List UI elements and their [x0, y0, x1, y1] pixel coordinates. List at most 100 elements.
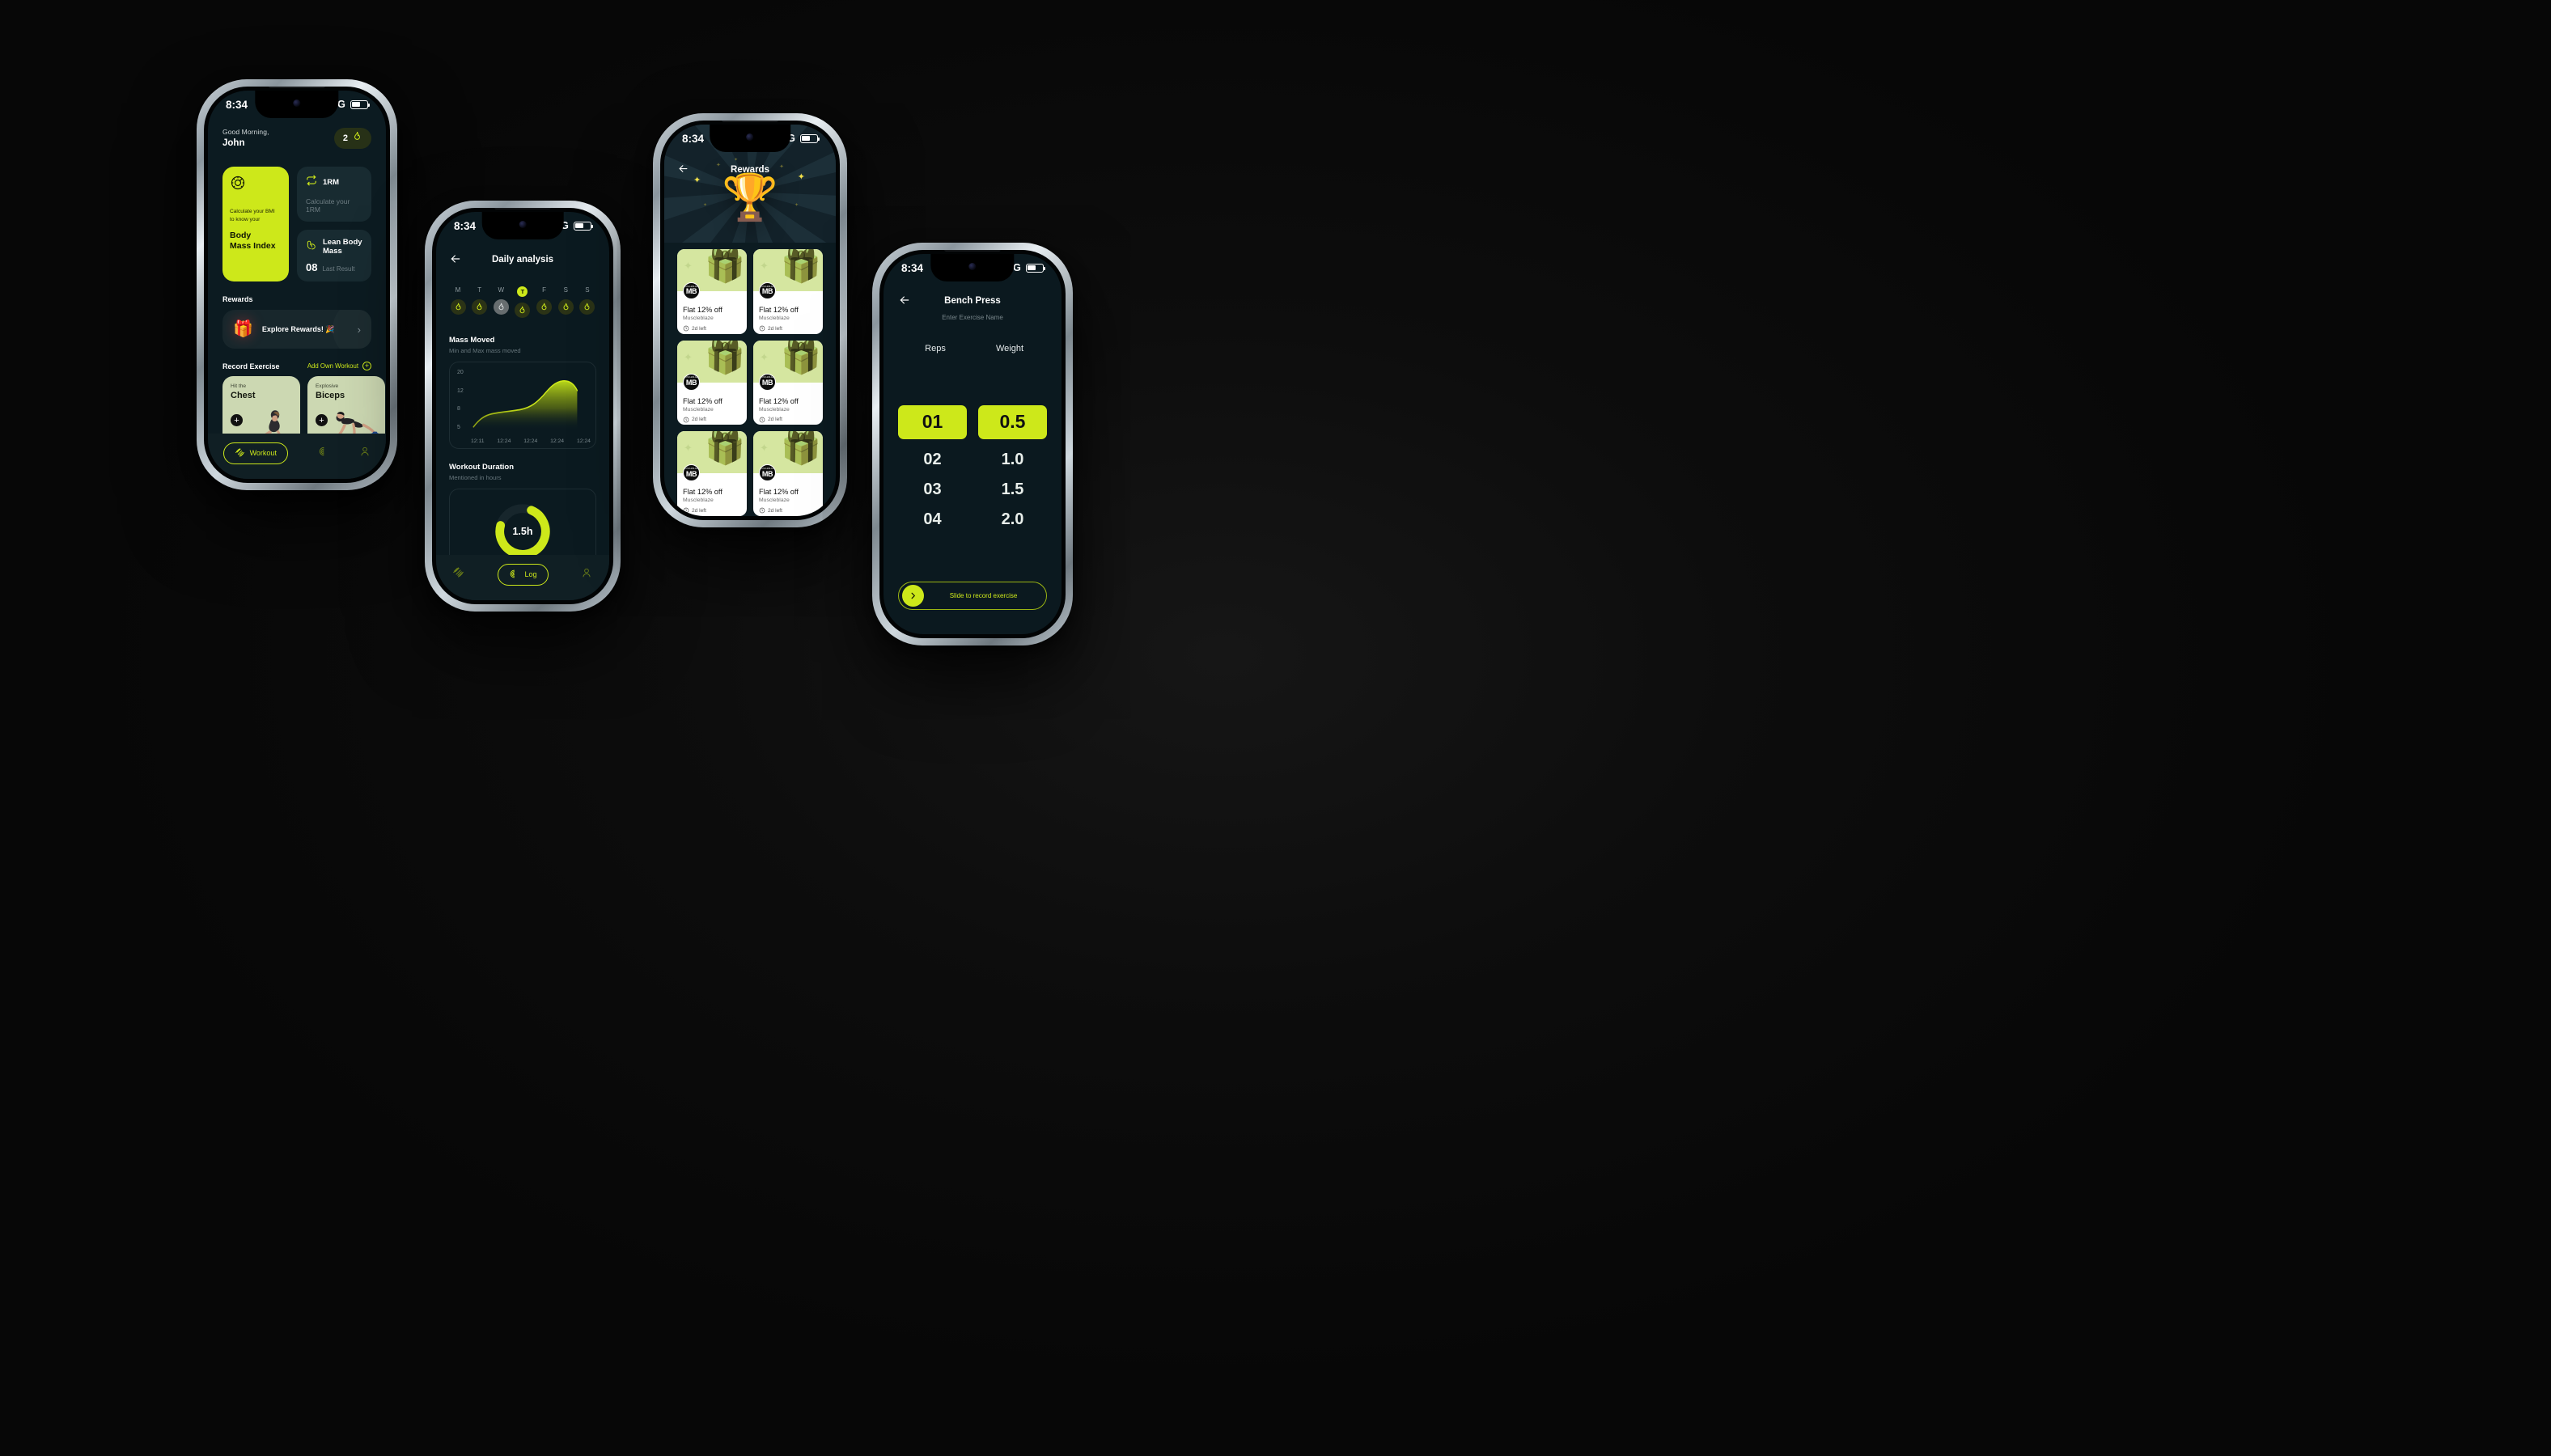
reps-option[interactable]: 03 — [923, 480, 941, 499]
gift-icon: 🎁 — [705, 431, 745, 467]
phone-inner: 8:34 4G Good Morning, John 2 Calculate y… — [204, 87, 390, 483]
front-camera-icon — [519, 220, 527, 228]
brand-logo-text: MB — [685, 287, 697, 296]
bottom-tabbar-home: Workout — [208, 434, 386, 479]
brand-logo: MUSCLEBLAZE MB — [683, 282, 700, 299]
streak-count: 2 — [342, 133, 348, 143]
earpiece-speaker — [494, 208, 551, 210]
add-own-workout-button[interactable]: Add Own Workout + — [307, 362, 371, 370]
rewards-section-title: Rewards — [222, 295, 253, 303]
reward-card[interactable]: ✦ 🎁 MUSCLEBLAZE MB Flat 12% off Musclebl… — [677, 340, 747, 425]
battery-icon — [1026, 263, 1046, 273]
bmi-line2: to know your — [230, 216, 261, 222]
gift-icon: 🎁 — [781, 249, 821, 284]
bmi-gauge-icon — [230, 175, 282, 195]
chart-y-axis: 20 12 8 5 — [457, 370, 470, 430]
day-saturday[interactable]: S — [557, 286, 574, 318]
lbm-value: 08 — [306, 261, 318, 273]
weekday-selector[interactable]: M T W T F S S — [449, 286, 596, 318]
tab-log[interactable] — [318, 446, 329, 461]
brand-logo: MUSCLEBLAZE MB — [759, 464, 776, 482]
column-header-weight: Weight — [995, 344, 1024, 353]
x-tick: 12:24 — [576, 438, 591, 444]
rewards-grid[interactable]: ✦ 🎁 MUSCLEBLAZE MB Flat 12% off Musclebl… — [664, 243, 836, 516]
bottom-tabbar-analysis: Log — [436, 555, 609, 600]
area-chart-svg — [472, 380, 578, 430]
weight-option[interactable]: 2.0 — [1002, 510, 1024, 529]
reward-expiry: 2d left — [759, 507, 817, 514]
add-exercise-button[interactable]: + — [316, 414, 328, 426]
weight-selected-value[interactable]: 0.5 — [978, 405, 1047, 439]
chevron-right-icon[interactable] — [902, 585, 924, 607]
status-time: 8:34 — [454, 219, 477, 232]
weight-picker[interactable]: 0.5 1.0 1.5 2.0 — [978, 405, 1047, 529]
metrics-right-column: 1RM Calculate your 1RM Lean Body Mass 08… — [297, 167, 371, 281]
reward-card[interactable]: ✦ 🎁 MUSCLEBLAZE MB Flat 12% off Musclebl… — [753, 431, 823, 516]
day-sunday[interactable]: S — [578, 286, 596, 318]
mass-moved-chart: 20 12 8 5 12:11 12:24 12:24 12:24 12:24 — [449, 362, 596, 449]
tab-profile[interactable] — [359, 446, 371, 461]
reps-option[interactable]: 02 — [923, 451, 941, 469]
mass-moved-section: Mass Moved Min and Max mass moved 20 12 … — [449, 336, 596, 449]
page-title: Bench Press — [944, 296, 1001, 306]
day-friday[interactable]: F — [536, 286, 553, 318]
reward-title: Flat 12% off — [759, 306, 799, 314]
reps-selected-value[interactable]: 01 — [898, 405, 967, 439]
reward-body: MUSCLEBLAZE MB Flat 12% off Muscleblaze … — [677, 282, 747, 334]
clock-icon — [683, 507, 689, 514]
weight-option[interactable]: 1.5 — [1002, 480, 1024, 499]
reward-card[interactable]: ✦ 🎁 MUSCLEBLAZE MB Flat 12% off Musclebl… — [753, 249, 823, 334]
greeting-text: Good Morning, — [222, 128, 269, 136]
clock-icon — [759, 507, 765, 514]
day-label: T — [477, 286, 482, 294]
tab-workout[interactable] — [452, 566, 464, 582]
screen-rewards: 8:34 4G — [664, 125, 836, 516]
reward-brand: Muscleblaze — [683, 497, 714, 504]
tab-profile[interactable] — [581, 567, 592, 582]
clock-icon — [759, 325, 765, 332]
day-monday[interactable]: M — [449, 286, 467, 318]
flame-icon — [579, 299, 595, 315]
clock-icon — [759, 417, 765, 422]
exercise-name-placeholder[interactable]: Enter Exercise Name — [898, 314, 1047, 321]
battery-icon — [574, 221, 594, 231]
reward-body: MUSCLEBLAZE MB Flat 12% off Muscleblaze … — [753, 464, 823, 516]
reward-body: MUSCLEBLAZE MB Flat 12% off Muscleblaze … — [677, 373, 747, 425]
flame-icon — [450, 299, 466, 315]
day-wednesday[interactable]: W — [492, 286, 510, 318]
mass-moved-subtitle: Min and Max mass moved — [449, 347, 521, 354]
reps-picker[interactable]: 01 02 03 04 — [898, 405, 967, 529]
day-label: S — [585, 286, 590, 294]
slide-to-record-control[interactable]: Slide to record exercise — [898, 582, 1047, 610]
explore-rewards-banner[interactable]: 🎁 Explore Rewards! 🎉 › — [222, 310, 371, 349]
day-thursday[interactable]: T — [514, 286, 532, 318]
y-tick: 8 — [457, 406, 460, 413]
add-exercise-button[interactable]: + — [231, 414, 243, 426]
reward-expiry-label: 2d left — [692, 417, 706, 423]
page-title: Daily analysis — [491, 255, 554, 265]
y-tick: 12 — [457, 387, 464, 394]
reward-expiry-label: 2d left — [768, 507, 782, 514]
bmi-card[interactable]: Calculate your BMI to know your Body Mas… — [222, 167, 289, 281]
tab-log[interactable]: Log — [498, 563, 549, 586]
earpiece-speaker — [269, 87, 325, 88]
one-rm-card[interactable]: 1RM Calculate your 1RM — [297, 167, 371, 222]
day-tuesday[interactable]: T — [471, 286, 489, 318]
scene: 8:34 4G Good Morning, John 2 Calculate y… — [0, 0, 2551, 1456]
tab-workout[interactable]: Workout — [222, 442, 288, 464]
day-label: M — [455, 286, 461, 294]
streak-badge[interactable]: 2 — [333, 128, 371, 149]
reps-option[interactable]: 04 — [923, 510, 941, 529]
greeting-row: Good Morning, John 2 — [222, 128, 371, 149]
one-rm-subtitle: Calculate your 1RM — [306, 197, 350, 214]
weight-option[interactable]: 1.0 — [1002, 451, 1024, 469]
reward-brand: Muscleblaze — [759, 315, 790, 321]
reward-card[interactable]: ✦ 🎁 MUSCLEBLAZE MB Flat 12% off Musclebl… — [677, 249, 747, 334]
reward-card[interactable]: ✦ 🎁 MUSCLEBLAZE MB Flat 12% off Musclebl… — [677, 431, 747, 516]
reward-expiry: 2d left — [683, 325, 741, 332]
lean-body-mass-card[interactable]: Lean Body Mass 08 Last Result — [297, 230, 371, 281]
workout-duration-title: Workout Duration — [449, 463, 515, 472]
reward-card[interactable]: ✦ 🎁 MUSCLEBLAZE MB Flat 12% off Musclebl… — [753, 340, 823, 425]
status-time: 8:34 — [901, 261, 924, 274]
brand-logo-text: MB — [761, 287, 773, 296]
